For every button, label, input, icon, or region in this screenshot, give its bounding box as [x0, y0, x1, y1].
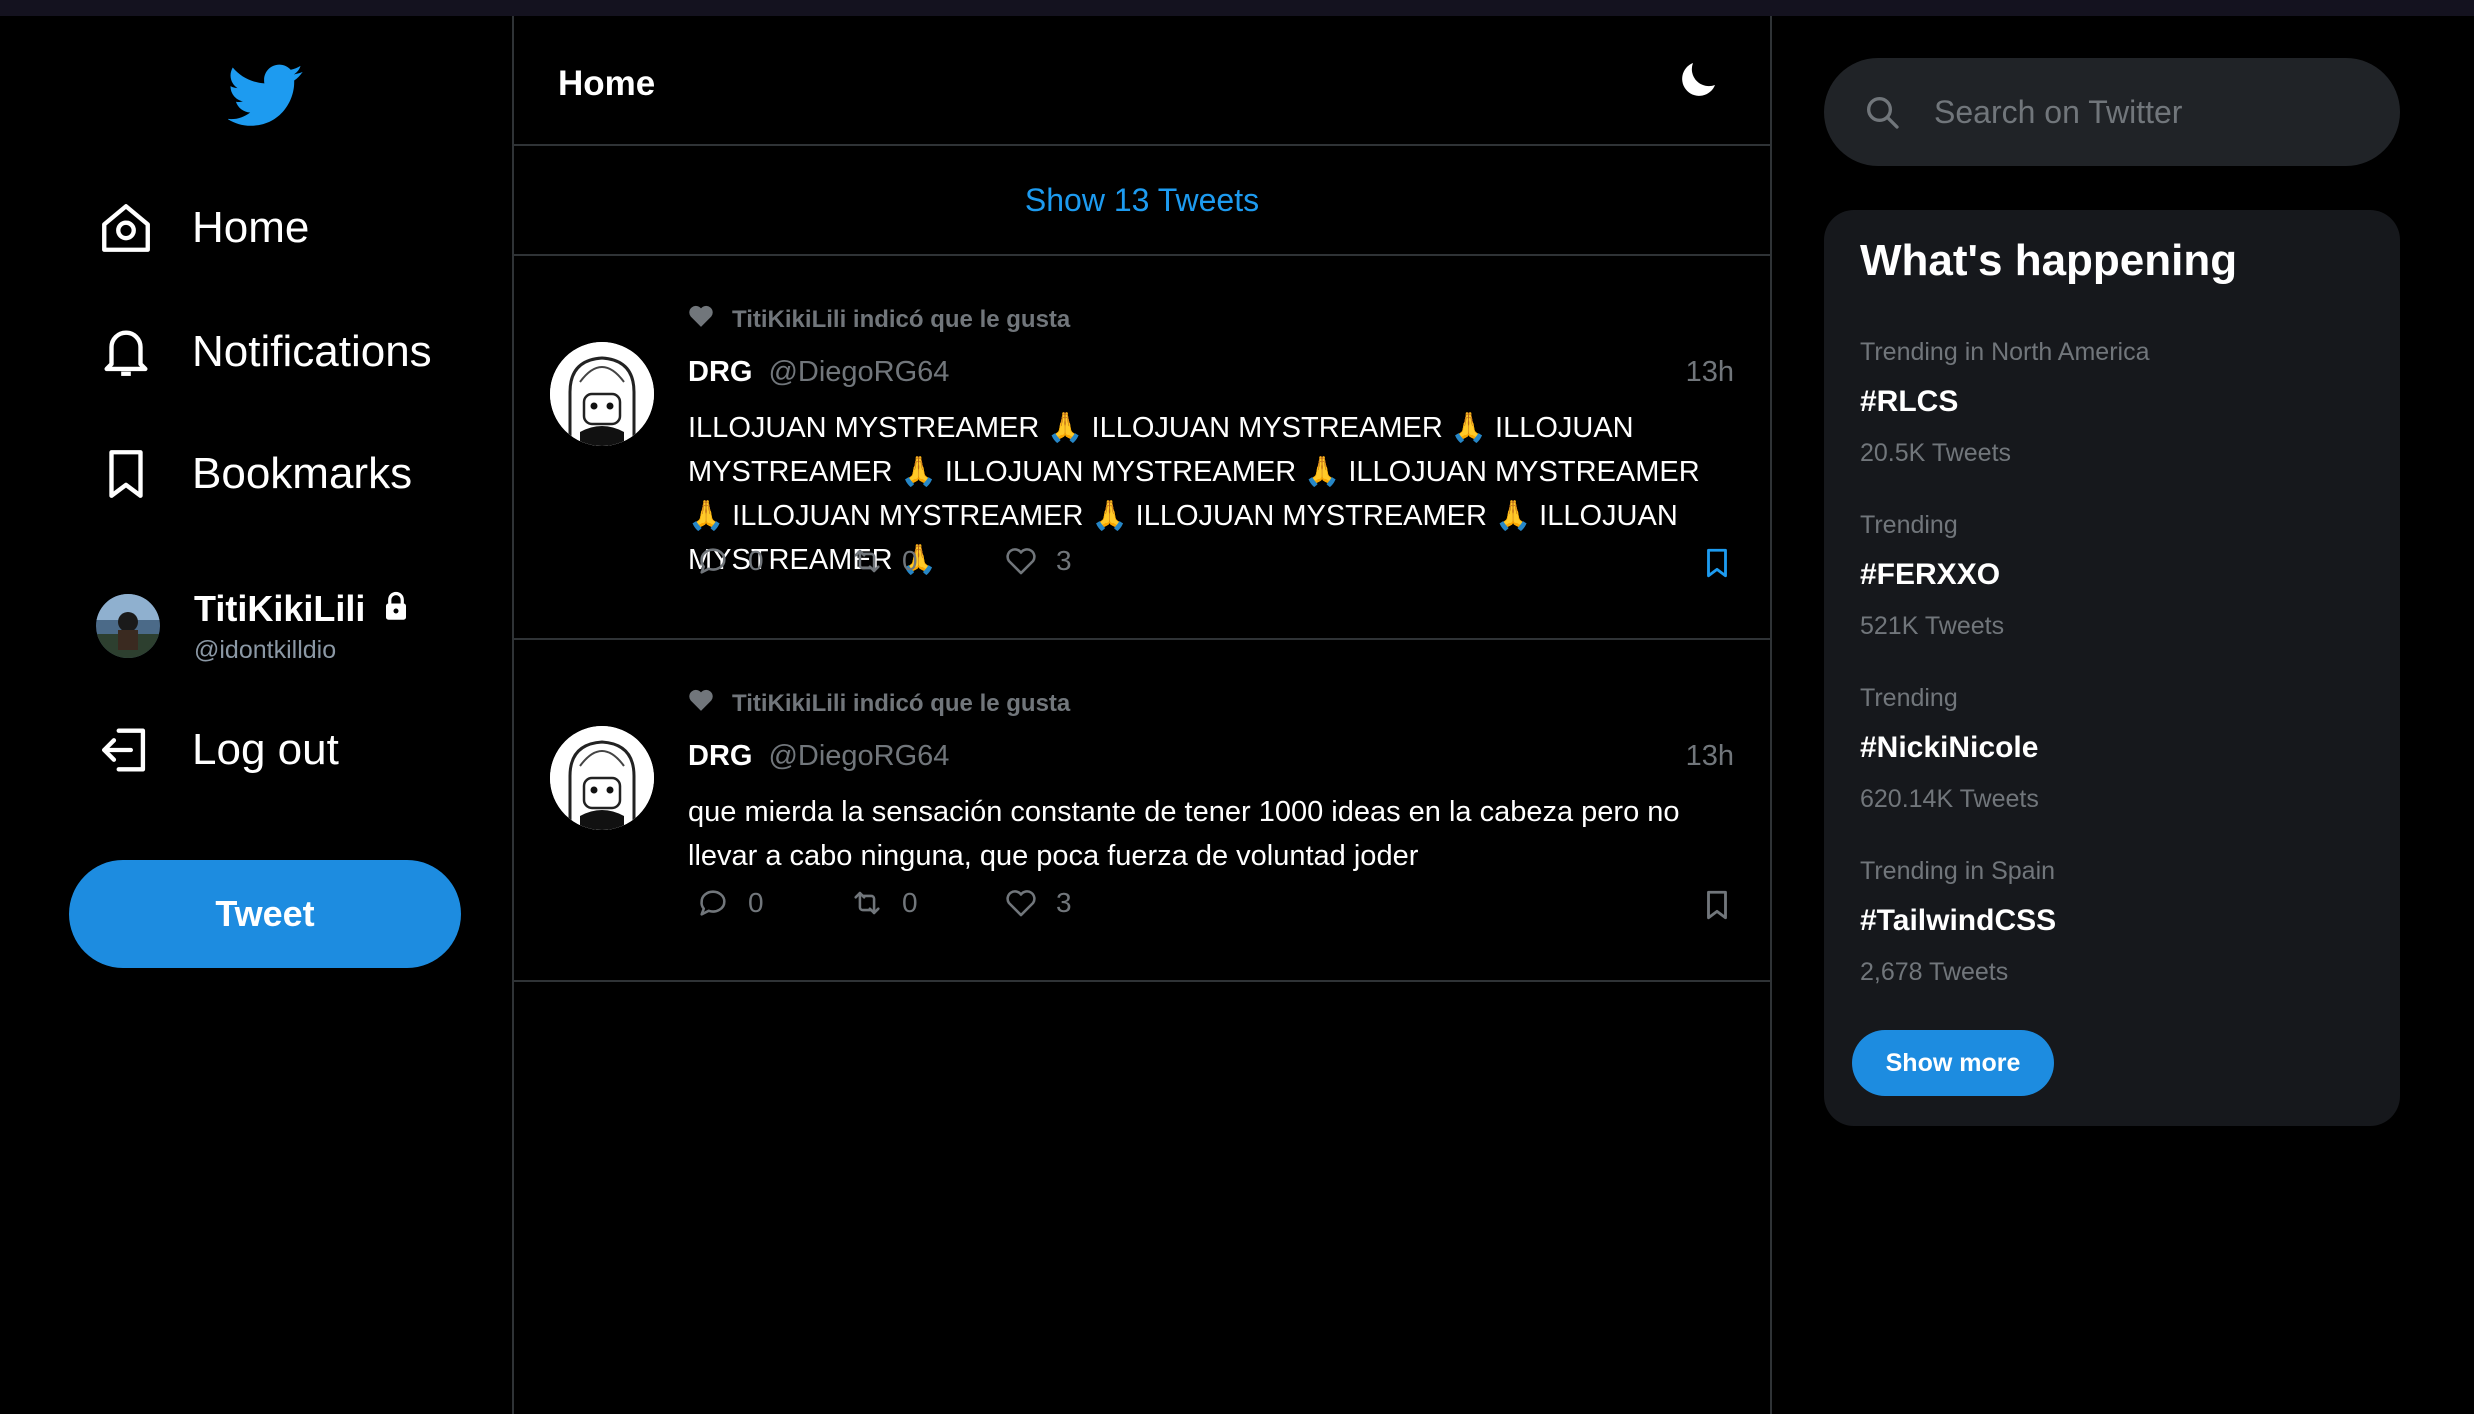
trend-context: Trending: [1860, 511, 1958, 539]
heart-icon: [1006, 548, 1036, 575]
reply-count: 0: [748, 545, 764, 576]
tweet-header: DRG @DiegoRG64: [688, 740, 949, 773]
show-new-tweets-button[interactable]: Show 13 Tweets: [514, 146, 1770, 256]
tweet-author-handle[interactable]: @DiegoRG64: [768, 740, 949, 773]
heart-filled-icon: [688, 688, 714, 719]
avatar: [96, 594, 160, 658]
liked-by-label: TitiKikiLili indicó que le gusta: [688, 688, 1070, 719]
timeline-header: Home: [514, 16, 1770, 146]
retweet-count: 0: [902, 887, 918, 918]
page-title: Home: [558, 64, 656, 103]
retweet-icon: [854, 549, 880, 573]
tweet-author-name[interactable]: DRG: [688, 740, 752, 773]
like-button[interactable]: 3: [996, 544, 1150, 578]
sidebar: Home Notifications Bookmarks TitiKikiLil…: [0, 16, 512, 1414]
like-count: 3: [1056, 545, 1072, 576]
search-placeholder: Search on Twitter: [1934, 93, 2183, 130]
tweet-actions: 0 0 3: [688, 544, 1150, 578]
home-icon: [96, 198, 156, 258]
nav-logout[interactable]: Log out: [96, 712, 339, 788]
tweet-author-handle[interactable]: @DiegoRG64: [768, 356, 949, 389]
tweet-item[interactable]: TitiKikiLili indicó que le gusta DRG @Di…: [514, 640, 1770, 982]
retweet-icon: [854, 891, 880, 915]
trend-context: Trending: [1860, 684, 1958, 712]
twitter-bird-icon[interactable]: [227, 64, 304, 128]
tweet-author-name[interactable]: DRG: [688, 356, 752, 389]
trend-item[interactable]: Trending #FERXXO 521K Tweets: [1860, 511, 2004, 641]
tweet-header: DRG @DiegoRG64: [688, 356, 949, 389]
bookmark-icon: [1707, 548, 1727, 578]
profile-name-text: TitiKikiLili: [194, 587, 366, 629]
logout-icon: [96, 720, 156, 780]
trend-item[interactable]: Trending in Spain #TailwindCSS 2,678 Twe…: [1860, 857, 2056, 987]
nav-notifications[interactable]: Notifications: [96, 314, 432, 390]
browser-top-strip: [0, 0, 2474, 16]
like-count: 3: [1056, 887, 1072, 918]
trend-count: 2,678 Tweets: [1860, 958, 2009, 986]
bookmark-icon: [96, 444, 156, 504]
reply-icon: [700, 548, 726, 574]
tweet-avatar[interactable]: [550, 726, 654, 830]
heart-filled-icon: [688, 304, 714, 335]
trend-tag: #TailwindCSS: [1860, 904, 2057, 937]
tweet-actions: 0 0 3: [688, 886, 1150, 920]
reply-button[interactable]: 0: [688, 886, 842, 920]
search-icon: [1867, 97, 1899, 129]
bell-icon: [96, 322, 156, 382]
profile-name: TitiKikiLili: [194, 588, 409, 630]
reply-button[interactable]: 0: [688, 544, 842, 578]
retweet-count: 0: [902, 545, 918, 576]
nav-home-label: Home: [192, 203, 310, 252]
trend-count: 620.14K Tweets: [1860, 785, 2039, 813]
liked-by-text: TitiKikiLili indicó que le gusta: [732, 305, 1071, 333]
trend-context: Trending in North America: [1860, 338, 2150, 366]
tweet-avatar[interactable]: [550, 342, 654, 446]
lock-icon: [383, 588, 409, 630]
bookmark-button[interactable]: [1700, 888, 1734, 927]
trend-tag: #NickiNicole: [1860, 731, 2039, 764]
show-more-button[interactable]: Show more: [1852, 1030, 2054, 1096]
retweet-button[interactable]: 0: [842, 886, 996, 920]
reply-count: 0: [748, 887, 764, 918]
nav-bookmarks-label: Bookmarks: [192, 449, 413, 498]
nav-logout-label: Log out: [192, 725, 339, 774]
whats-happening-panel: What's happening Trending in North Ameri…: [1824, 210, 2400, 1126]
trend-context: Trending in Spain: [1860, 857, 2056, 885]
tweet-item[interactable]: TitiKikiLili indicó que le gusta DRG @Di…: [514, 256, 1770, 640]
liked-by-label: TitiKikiLili indicó que le gusta: [688, 304, 1070, 335]
trend-count: 521K Tweets: [1860, 612, 2005, 640]
bookmark-icon: [1707, 890, 1727, 920]
trend-item[interactable]: Trending in North America #RLCS 20.5K Tw…: [1860, 338, 2149, 468]
profile-handle: @idontkilldio: [194, 635, 337, 664]
tweet-text: que mierda la sensación constante de ten…: [688, 796, 1680, 872]
moon-icon[interactable]: [1674, 56, 1722, 104]
retweet-button[interactable]: 0: [842, 544, 996, 578]
nav-home[interactable]: Home: [96, 190, 309, 266]
heart-icon: [1006, 890, 1036, 917]
trend-tag: #FERXXO: [1860, 558, 2001, 591]
timeline: Home Show 13 Tweets TitiKikiLili indicó …: [512, 16, 1772, 1414]
nav-bookmarks[interactable]: Bookmarks: [96, 436, 412, 512]
trend-item[interactable]: Trending #NickiNicole 620.14K Tweets: [1860, 684, 2039, 814]
liked-by-text: TitiKikiLili indicó que le gusta: [732, 689, 1071, 717]
panel-title: What's happening: [1860, 236, 2238, 285]
profile-card[interactable]: TitiKikiLili @idontkilldio: [96, 578, 409, 674]
nav-notifications-label: Notifications: [192, 327, 432, 376]
trend-count: 20.5K Tweets: [1860, 439, 2012, 467]
tweet-button[interactable]: Tweet: [69, 860, 461, 968]
tweet-timestamp[interactable]: 13h: [1686, 356, 1734, 389]
trend-tag: #RLCS: [1860, 385, 1959, 418]
bookmark-button[interactable]: [1700, 546, 1734, 585]
search-input[interactable]: Search on Twitter: [1824, 58, 2400, 166]
reply-icon: [700, 890, 726, 916]
like-button[interactable]: 3: [996, 886, 1150, 920]
tweet-timestamp[interactable]: 13h: [1686, 740, 1734, 773]
